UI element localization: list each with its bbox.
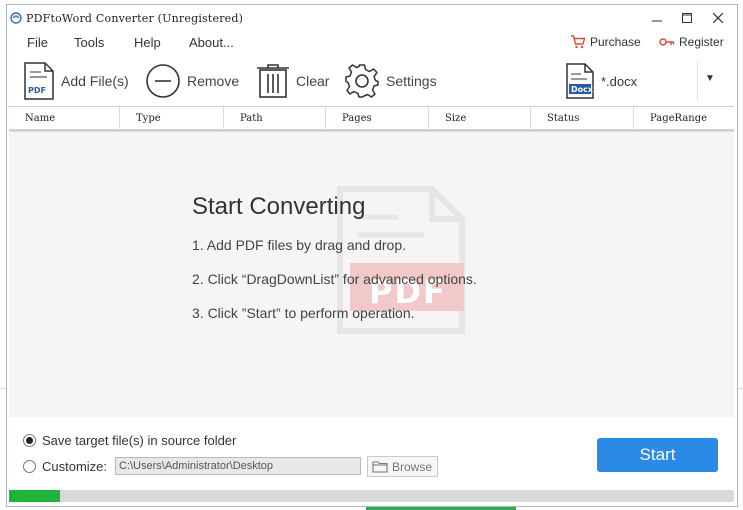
maximize-button[interactable] [677,10,697,26]
output-format-dropdown[interactable]: Docx *.docx ▼ [565,61,727,101]
column-pagerange[interactable]: PageRange [634,107,734,131]
clear-label: Clear [296,73,330,89]
remove-label: Remove [187,73,240,89]
key-icon [659,38,675,46]
file-list-header: Name Type Path Pages Size Status PageRan… [9,107,734,132]
svg-text:PDF: PDF [28,86,46,95]
column-status[interactable]: Status [531,107,634,131]
remove-icon [146,64,180,98]
menu-tools[interactable]: Tools [74,35,104,50]
output-format-label: *.docx [601,74,638,89]
menu-about[interactable]: About... [189,35,234,50]
column-path[interactable]: Path [224,107,326,131]
title-bar: PDFtoWord Converter (Unregistered) [7,5,737,31]
docx-icon-label: Docx [571,85,594,94]
app-window: PDFtoWord Converter (Unregistered) File … [6,4,738,507]
hint-step-2: 2. Click “DragDownList” for advanced opt… [192,271,477,287]
save-in-source-radio[interactable] [23,434,36,447]
menu-file[interactable]: File [27,35,48,50]
purchase-label: Purchase [590,35,641,49]
purchase-link[interactable]: Purchase [570,35,641,49]
customize-radio[interactable] [23,460,36,473]
column-size[interactable]: Size [429,107,531,131]
remove-button[interactable]: Remove [145,61,239,101]
hint-step-1: 1. Add PDF files by drag and drop. [192,237,407,253]
save-in-source-label: Save target file(s) in source folder [42,433,237,448]
menu-help[interactable]: Help [134,35,161,50]
customize-option[interactable]: Customize: [23,459,107,474]
minimize-button[interactable] [647,10,667,26]
save-in-source-option[interactable]: Save target file(s) in source folder [23,433,236,448]
chevron-down-icon: ▼ [705,73,715,84]
settings-label: Settings [386,73,437,89]
browse-label: Browse [392,459,433,474]
close-button[interactable] [708,10,728,26]
register-link[interactable]: Register [659,35,724,49]
progress-bar [9,490,734,502]
customize-label: Customize: [42,459,108,474]
app-logo-icon [10,12,22,24]
maximize-icon [682,13,692,23]
output-path-input[interactable]: C:\Users\Administrator\Desktop [115,457,361,475]
add-files-button[interactable]: PDF Add File(s) [23,61,129,101]
add-files-label: Add File(s) [61,73,129,89]
clear-button[interactable]: Clear [256,61,329,101]
close-icon [713,13,723,23]
settings-button[interactable]: Settings [344,61,437,101]
start-button[interactable]: Start [597,438,718,472]
add-pdf-file-icon: PDF [24,62,54,100]
column-name[interactable]: Name [9,107,120,131]
folder-icon [372,461,388,473]
register-label: Register [679,35,724,49]
minimize-icon [652,20,662,22]
start-converting-heading: Start Converting [192,193,366,220]
browse-button[interactable]: Browse [367,456,438,477]
column-pages[interactable]: Pages [326,107,429,131]
column-type[interactable]: Type [120,107,224,131]
dropdown-separator [697,61,698,101]
gear-icon [345,64,379,98]
trash-icon [257,64,289,98]
hint-step-3: 3. Click ”Start” to perform operation. [192,305,415,321]
window-title: PDFtoWord Converter (Unregistered) [26,12,244,25]
output-panel: Save target file(s) in source folder Cus… [7,417,737,506]
progress-bar-fill [9,490,60,502]
radio-selected-dot [26,437,33,444]
cart-icon [571,35,586,49]
desktop-background-line [738,388,743,389]
